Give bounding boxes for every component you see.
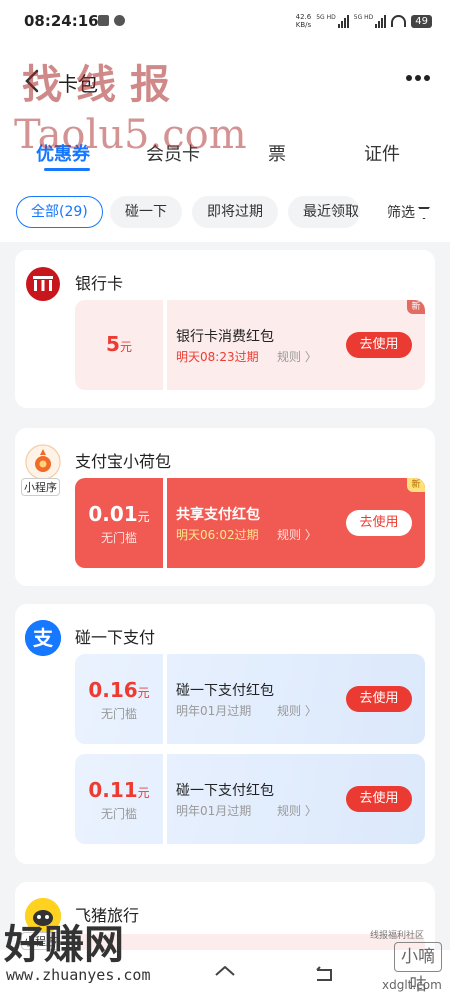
signal-sim1-icon: 5G HD xyxy=(316,14,349,28)
coupon-divider xyxy=(163,478,167,568)
merchant-card-bank: 银行卡 5元 银行卡消费红包 明天08:23过期 规则 〉 去使用 新 xyxy=(15,250,435,408)
network-speed: 42.6 KB/s xyxy=(296,13,312,29)
system-nav-bar xyxy=(0,950,450,1000)
coupon-amount-value: 0.16 xyxy=(88,678,138,702)
filter-chip-all[interactable]: 全部(29) xyxy=(16,196,103,228)
app-header: 卡包 xyxy=(0,44,450,120)
filter-chip-recent[interactable]: 最近领取 xyxy=(288,196,360,228)
merchant-name: 碰一下支付 xyxy=(75,628,156,647)
coupon-amount-value: 0.01 xyxy=(88,502,138,526)
page-title: 卡包 xyxy=(58,72,98,96)
use-coupon-button[interactable]: 去使用 xyxy=(346,686,412,712)
coupon-card[interactable]: 0.01元 无门槛 共享支付红包 明天06:02过期 规则 〉 去使用 新 xyxy=(75,478,425,568)
coupon-threshold: 无门槛 xyxy=(100,807,137,821)
tab-documents[interactable]: 证件 xyxy=(364,140,400,166)
mini-program-tag: 小程序 xyxy=(21,932,60,950)
filter-label: 筛选 xyxy=(387,205,415,221)
coupon-amount-unit: 元 xyxy=(137,510,150,524)
coupon-expiry: 明天08:23过期 xyxy=(176,350,259,364)
coupon-amount-value: 0.11 xyxy=(88,778,138,802)
battery-icon: 49 xyxy=(411,14,432,28)
coupon-card[interactable]: 0.16元 无门槛 碰一下支付红包 明年01月过期 规则 〉 去使用 xyxy=(75,654,425,744)
merchant-name: 银行卡 xyxy=(75,274,124,293)
coupon-title: 共享支付红包 xyxy=(176,507,260,523)
coupon-card[interactable]: 5元 银行卡消费红包 明天08:23过期 规则 〉 去使用 新 xyxy=(75,300,425,390)
tab-tickets[interactable]: 票 xyxy=(268,140,286,166)
wifi-icon xyxy=(391,15,407,27)
new-badge: 新 xyxy=(407,478,425,492)
coupon-title: 碰一下支付红包 xyxy=(176,783,274,799)
filter-button[interactable]: 筛选 xyxy=(387,202,430,222)
coupon-title: 银行卡消费红包 xyxy=(176,329,274,345)
merchant-card-mini-wallet: 小程序 支付宝小荷包 0.01元 无门槛 共享支付红包 明天06:02过期 规则… xyxy=(15,428,435,586)
more-dots-icon[interactable] xyxy=(404,64,432,99)
lotus-icon xyxy=(25,444,61,480)
merchant-card-tap-pay: 支 碰一下支付 0.16元 无门槛 碰一下支付红包 明年01月过期 规则 〉 去… xyxy=(15,604,435,864)
coupon-amount-area: 0.16元 无门槛 xyxy=(75,654,163,744)
coupon-rules-link[interactable]: 规则 〉 xyxy=(277,802,317,819)
coupon-rules-link[interactable]: 规则 〉 xyxy=(277,348,317,365)
coupon-title: 碰一下支付红包 xyxy=(176,683,274,699)
filter-chip-expiring[interactable]: 即将过期 xyxy=(192,196,278,228)
coupon-expiry: 明天06:02过期 xyxy=(176,528,259,542)
coupon-amount: 0.11元 xyxy=(75,778,163,802)
sim1-label: 5G HD xyxy=(316,14,336,21)
coupon-amount-unit: 元 xyxy=(137,686,150,700)
coupon-amount: 0.01元 xyxy=(75,502,163,526)
fliggy-icon xyxy=(25,898,61,934)
use-coupon-button[interactable]: 去使用 xyxy=(346,786,412,812)
status-bar: 08:24:16 42.6 KB/s 5G HD 5G HD 49 xyxy=(0,0,450,44)
status-right-group: 42.6 KB/s 5G HD 5G HD 49 xyxy=(296,13,432,29)
coupon-expiry: 明年01月过期 xyxy=(176,804,252,818)
coupon-amount-unit: 元 xyxy=(137,786,150,800)
coupon-divider xyxy=(163,654,167,744)
category-tabs: 优惠券 会员卡 票 证件 xyxy=(0,120,450,180)
chevron-left-icon[interactable] xyxy=(18,66,48,96)
status-time: 08:24:16 xyxy=(24,12,99,30)
use-coupon-button[interactable]: 去使用 xyxy=(346,510,412,536)
coupon-rules-link[interactable]: 规则 〉 xyxy=(277,526,317,543)
signal-sim2-icon: 5G HD xyxy=(354,14,387,28)
filter-bar: 全部(29) 碰一下 即将过期 最近领取 筛选 xyxy=(0,180,450,242)
mini-program-tag: 小程序 xyxy=(21,478,60,496)
coupon-amount-unit: 元 xyxy=(119,340,132,354)
active-tab-indicator xyxy=(44,168,90,171)
coupon-threshold: 无门槛 xyxy=(100,531,137,545)
new-badge: 新 xyxy=(407,300,425,314)
coupon-amount-area: 0.01元 无门槛 xyxy=(75,478,163,568)
tab-membership-cards[interactable]: 会员卡 xyxy=(146,140,200,166)
filter-chip-tap[interactable]: 碰一下 xyxy=(110,196,182,228)
coupon-amount: 5元 xyxy=(75,332,163,356)
alipay-icon: 支 xyxy=(25,620,61,656)
bank-icon xyxy=(25,266,61,302)
coupon-card[interactable]: 0.11元 无门槛 碰一下支付红包 明年01月过期 规则 〉 去使用 xyxy=(75,754,425,844)
tab-coupons[interactable]: 优惠券 xyxy=(36,140,90,166)
coupon-divider xyxy=(163,754,167,844)
sim2-label: 5G HD xyxy=(353,14,374,21)
coupon-threshold: 无门槛 xyxy=(100,707,137,721)
coupon-amount-value: 5 xyxy=(106,332,120,356)
coupon-expiry: 明年01月过期 xyxy=(176,704,252,718)
back-nav-icon[interactable] xyxy=(314,965,334,983)
coupon-rules-link[interactable]: 规则 〉 xyxy=(277,702,317,719)
coupon-amount: 0.16元 xyxy=(75,678,163,702)
svg-text:支: 支 xyxy=(33,626,54,650)
coupon-amount-area: 5元 xyxy=(75,300,163,390)
gallery-notification-icon xyxy=(98,15,109,26)
use-coupon-button[interactable]: 去使用 xyxy=(346,332,412,358)
home-icon[interactable] xyxy=(214,964,236,982)
network-speed-unit: KB/s xyxy=(295,21,312,29)
coupon-divider xyxy=(163,300,167,390)
message-notification-icon xyxy=(114,15,125,26)
funnel-icon xyxy=(418,207,430,219)
coupon-amount-area: 0.11元 无门槛 xyxy=(75,754,163,844)
merchant-name: 飞猪旅行 xyxy=(75,906,140,925)
network-speed-value: 42.6 xyxy=(295,13,312,21)
merchant-name: 支付宝小荷包 xyxy=(75,452,172,471)
